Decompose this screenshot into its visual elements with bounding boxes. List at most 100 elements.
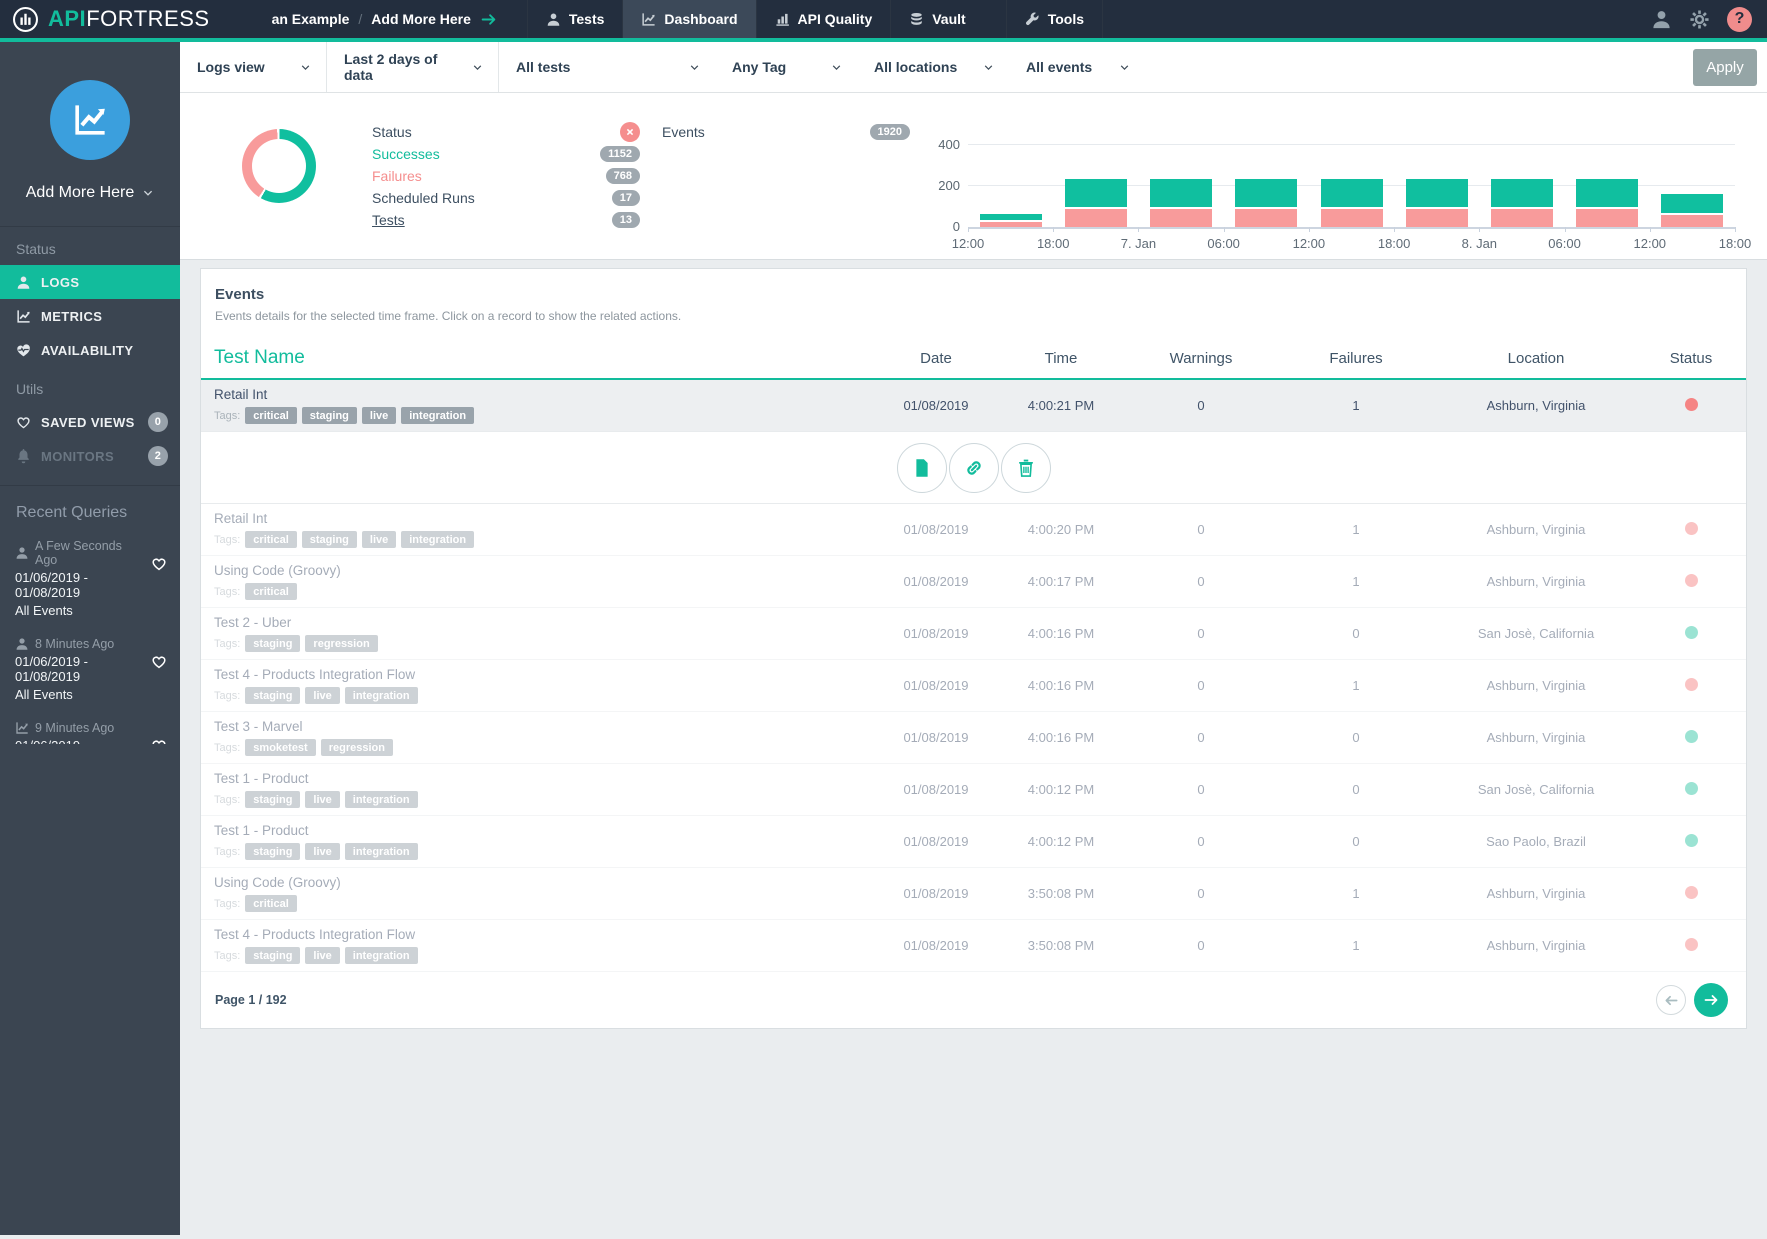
table-row[interactable]: Retail IntTags:criticalstagingliveintegr… — [201, 504, 1746, 556]
filter-dropdown-all-locations[interactable]: All locations — [857, 42, 1009, 92]
column-header-location[interactable]: Location — [1436, 350, 1636, 367]
bar-failure-segment — [980, 222, 1042, 227]
nav-item-tools[interactable]: Tools — [1006, 0, 1103, 38]
project-selector[interactable]: Add More Here — [0, 184, 180, 202]
bar-success-segment — [1065, 179, 1127, 209]
table-row[interactable]: Test 4 - Products Integration FlowTags:s… — [201, 920, 1746, 972]
status-dot-success — [1685, 782, 1698, 795]
table-row[interactable]: Test 1 - ProductTags:stagingliveintegrat… — [201, 816, 1746, 868]
nav-item-api-quality[interactable]: API Quality — [756, 0, 891, 38]
prev-page-button[interactable] — [1656, 985, 1686, 1015]
sidebar-item-saved-views[interactable]: SAVED VIEWS0 — [0, 405, 180, 439]
tag-pill: critical — [245, 531, 296, 548]
sidebar-item-logs[interactable]: LOGS — [0, 265, 180, 299]
column-header-time[interactable]: Time — [996, 350, 1126, 367]
nav-item-vault[interactable]: Vault — [890, 0, 983, 38]
warnings-cell: 0 — [1126, 398, 1276, 413]
recent-query-item[interactable]: 9 Minutes Ago01/06/2019 - 01/08/2019All … — [0, 714, 180, 744]
breadcrumb-section[interactable]: Add More Here — [371, 11, 471, 27]
breadcrumb-project[interactable]: an Example — [272, 11, 350, 27]
sidebar-item-monitors[interactable]: MONITORS2 — [0, 439, 180, 473]
status-donut-chart — [242, 129, 316, 203]
table-row[interactable]: Test 3 - MarvelTags:smoketestregression0… — [201, 712, 1746, 764]
column-header-warnings[interactable]: Warnings — [1126, 350, 1276, 367]
nav-item-tests[interactable]: Tests — [527, 0, 623, 38]
column-header-date[interactable]: Date — [876, 350, 996, 367]
status-dot-success — [1685, 626, 1698, 639]
stacked-bar — [1576, 179, 1638, 227]
recent-query-item[interactable]: 8 Minutes Ago 01/06/2019 - 01/08/2019 All … — [0, 630, 180, 714]
sidebar-item-badge: 0 — [148, 412, 168, 432]
chart-gridline — [968, 144, 1735, 145]
tag-pill: staging — [245, 947, 300, 964]
sidebar-item-availability[interactable]: AVAILABILITY — [0, 333, 180, 367]
stacked-bar — [1065, 179, 1127, 227]
trash-action-button[interactable] — [1001, 443, 1051, 493]
date-cell: 01/08/2019 — [876, 398, 996, 413]
fortress-logo-icon — [12, 6, 39, 33]
breadcrumb[interactable]: an Example / Add More Here — [272, 0, 497, 38]
help-button[interactable]: ? — [1727, 7, 1752, 32]
tag-pill: integration — [345, 947, 418, 964]
status-row-failures: Failures768 — [372, 165, 640, 187]
line-chart-icon — [72, 102, 108, 138]
table-row[interactable]: Test 4 - Products Integration FlowTags:s… — [201, 660, 1746, 712]
table-row[interactable]: Using Code (Groovy)Tags:critical01/08/20… — [201, 868, 1746, 920]
nav-item-dashboard[interactable]: Dashboard — [622, 0, 755, 38]
status-dot-failure — [1685, 522, 1698, 535]
column-header-test-name[interactable]: Test Name — [201, 347, 876, 369]
line-chart-icon — [16, 309, 31, 324]
tag-pill: live — [305, 791, 339, 808]
sidebar-item-metrics[interactable]: METRICS — [0, 299, 180, 333]
breadcrumb-divider: / — [358, 11, 362, 27]
filter-dropdown-last-2-days-of-data[interactable]: Last 2 days of data — [327, 42, 499, 92]
column-header-status[interactable]: Status — [1636, 350, 1746, 367]
filter-dropdown-all-events[interactable]: All events — [1009, 42, 1145, 92]
project-avatar[interactable] — [50, 80, 130, 160]
apply-button[interactable]: Apply — [1693, 49, 1757, 86]
table-row[interactable]: Using Code (Groovy)Tags:critical01/08/20… — [201, 556, 1746, 608]
account-icon[interactable] — [1651, 9, 1672, 30]
apifortress-logo[interactable]: APIFORTRESS — [0, 0, 238, 38]
failures-cell: 1 — [1276, 398, 1436, 413]
table-row[interactable]: Test 1 - ProductTags:stagingliveintegrat… — [201, 764, 1746, 816]
table-row[interactable]: Retail IntTags:criticalstagingliveintegr… — [201, 380, 1746, 432]
recent-query-range: 01/06/2019 - 01/08/2019 — [15, 654, 146, 684]
settings-gear-icon[interactable] — [1689, 9, 1710, 30]
tag-pill: staging — [302, 531, 357, 548]
project-selector-label: Add More Here — [26, 184, 135, 202]
recent-query-item[interactable]: A Few Seconds Ago01/06/2019 - 01/08/2019… — [0, 532, 180, 630]
page-indicator: Page 1 / 192 — [215, 993, 287, 1007]
nav-item-label: Tests — [569, 11, 605, 27]
file-action-button[interactable] — [897, 443, 947, 493]
status-list: StatusSuccesses1152Failures768Scheduled … — [372, 121, 640, 231]
tag-pill: staging — [245, 791, 300, 808]
bell-icon — [16, 449, 31, 464]
bar-failure-segment — [1491, 209, 1553, 227]
link-action-button[interactable] — [949, 443, 999, 493]
chart-x-tick — [1479, 227, 1480, 232]
row-actions — [201, 432, 1746, 504]
column-header-failures[interactable]: Failures — [1276, 350, 1436, 367]
next-page-button[interactable] — [1694, 983, 1728, 1017]
favorite-heart-icon[interactable] — [151, 738, 167, 744]
status-dot-success — [1685, 730, 1698, 743]
filter-dropdown-all-tests[interactable]: All tests — [499, 42, 715, 92]
filter-dropdown-any-tag[interactable]: Any Tag — [715, 42, 857, 92]
status-row-successes: Successes1152 — [372, 143, 640, 165]
events-card-subtitle: Events details for the selected time fra… — [215, 309, 1732, 323]
filter-dropdown-logs-view[interactable]: Logs view — [180, 42, 327, 92]
events-kpi: Events 1920 — [662, 121, 910, 143]
date-cell: 01/08/2019 — [876, 730, 996, 745]
recent-query-scope: All Events — [15, 687, 146, 702]
chevron-down-icon — [142, 187, 154, 199]
tag-pill: integration — [401, 531, 474, 548]
table-row[interactable]: Test 2 - UberTags:stagingregression01/08… — [201, 608, 1746, 660]
time-cell: 3:50:08 PM — [996, 886, 1126, 901]
status-row-label: Scheduled Runs — [372, 190, 475, 206]
status-dot-failure — [1685, 398, 1698, 411]
failures-cell: 1 — [1276, 522, 1436, 537]
recent-query-title: 8 Minutes Ago — [15, 637, 146, 651]
favorite-heart-icon[interactable] — [151, 654, 167, 675]
favorite-heart-icon[interactable] — [151, 556, 167, 577]
